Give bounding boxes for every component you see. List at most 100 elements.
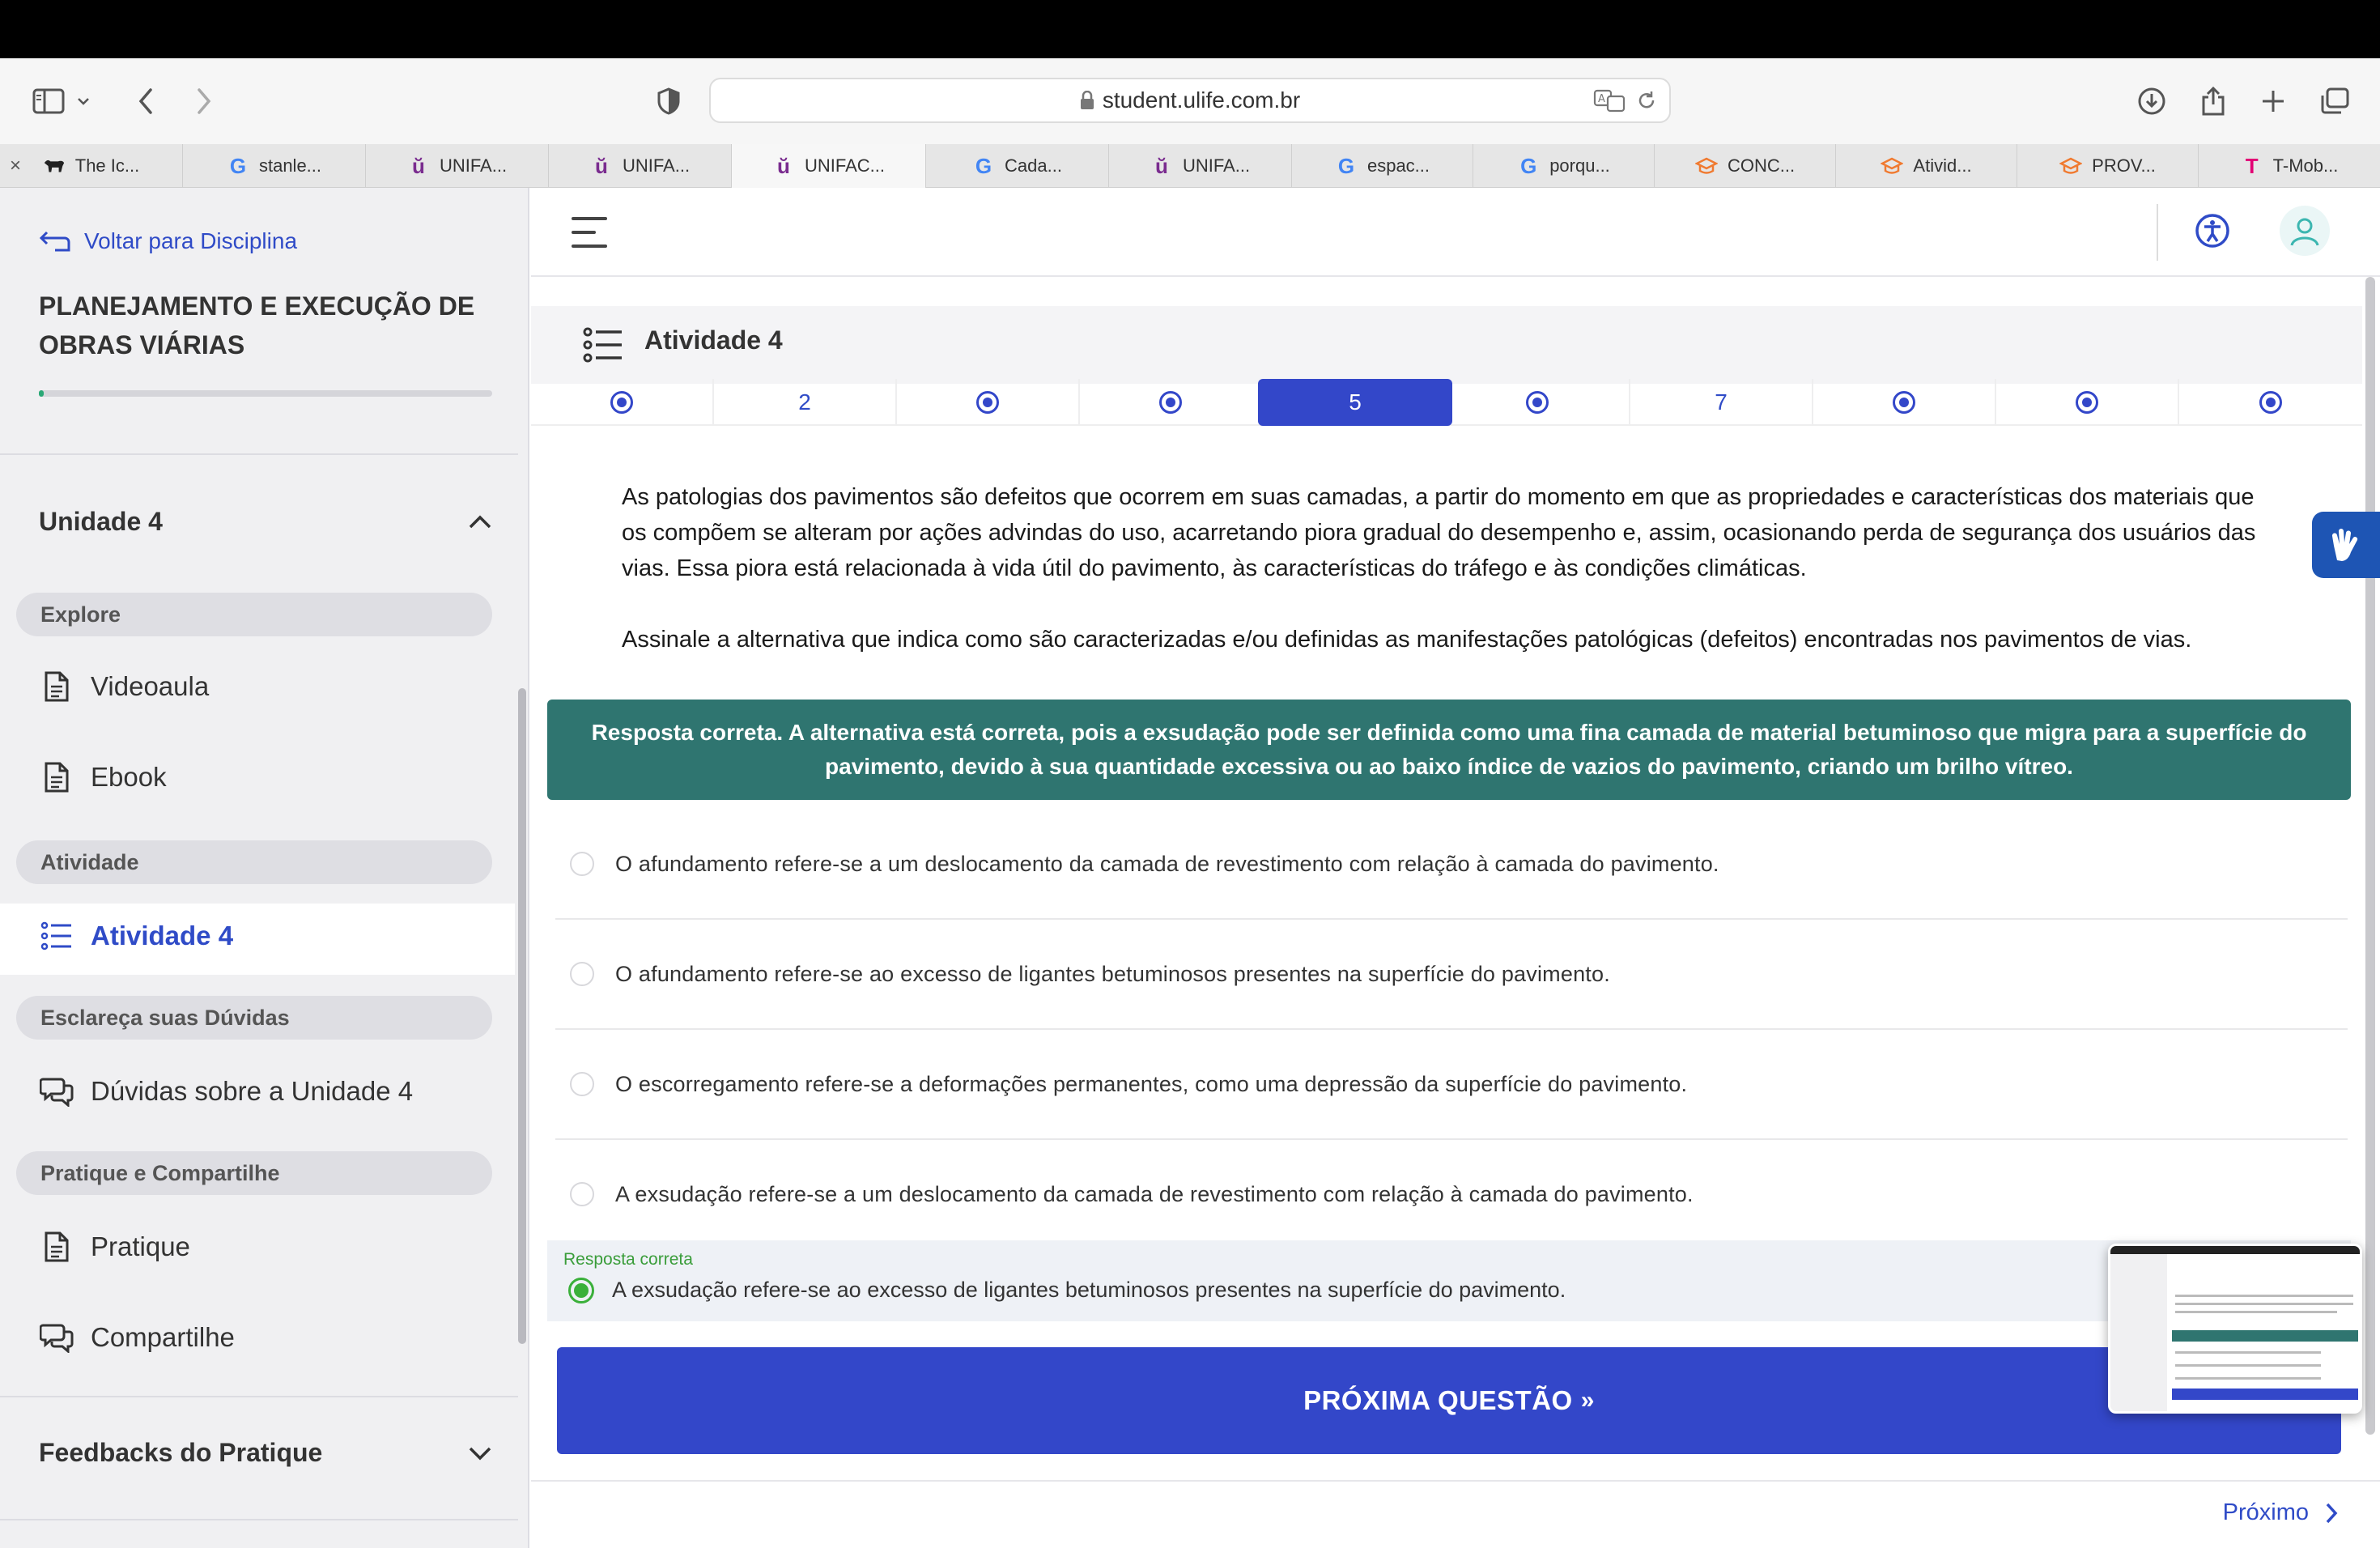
browser-tab-active[interactable]: ŭ UNIFAC... — [732, 144, 926, 188]
radio-button[interactable] — [570, 852, 594, 876]
tab-label: espac... — [1366, 155, 1430, 176]
feedbacks-accordion-header[interactable]: Feedbacks do Pratique — [39, 1438, 492, 1468]
accessibility-icon[interactable] — [2194, 212, 2231, 253]
browser-tab[interactable]: ŭ UNIFA... — [1109, 144, 1292, 188]
activity-header: Atividade 4 — [531, 306, 2362, 384]
sidebar-item-videoaula[interactable]: Videoaula — [39, 669, 209, 704]
divider — [0, 1519, 518, 1520]
radio-button[interactable] — [570, 962, 594, 986]
reload-icon[interactable] — [1637, 90, 1656, 111]
selected-radio-icon[interactable] — [568, 1278, 594, 1303]
question-nav-2[interactable]: 2 — [714, 379, 897, 426]
answered-dot-icon — [2076, 391, 2098, 414]
browser-tab[interactable]: G Cada... — [926, 144, 1109, 188]
graduation-cap-icon — [1881, 155, 1904, 177]
screenshot-thumbnail[interactable] — [2108, 1244, 2362, 1414]
tab-label: Ativid... — [1913, 155, 1972, 176]
answered-dot-icon — [610, 391, 633, 414]
radio-button[interactable] — [570, 1182, 594, 1206]
translate-icon[interactable]: A — [1593, 88, 1626, 113]
tab-label: porqu... — [1549, 155, 1610, 176]
radio-button[interactable] — [570, 1072, 594, 1096]
course-sidebar: Voltar para Disciplina PLANEJAMENTO E EX… — [0, 188, 529, 1548]
lock-icon — [1080, 91, 1094, 109]
section-header-atividade: Atividade — [16, 840, 492, 884]
browser-tab[interactable]: ŭ UNIFA... — [366, 144, 549, 188]
divider — [2157, 204, 2158, 261]
sidebar-item-atividade-4[interactable]: Atividade 4 — [39, 918, 233, 954]
new-tab-icon[interactable] — [2257, 58, 2289, 144]
question-nav-10[interactable] — [2179, 379, 2362, 426]
unit-accordion-header[interactable]: Unidade 4 — [39, 507, 492, 537]
google-icon: G — [1337, 153, 1355, 178]
chat-bubbles-icon — [39, 1074, 74, 1109]
thumbnail-part — [2175, 1364, 2321, 1367]
thumbnail-part — [2110, 1254, 2167, 1411]
google-icon: G — [229, 153, 247, 178]
privacy-shield-icon[interactable] — [652, 58, 685, 144]
main-header — [531, 188, 2380, 277]
close-tab-icon[interactable]: × — [10, 155, 21, 177]
question-nav-5-current[interactable]: 5 — [1258, 379, 1452, 426]
sidebar-item-compartilhe[interactable]: Compartilhe — [39, 1320, 235, 1355]
question-paragraph: As patologias dos pavimentos são defeito… — [622, 484, 2256, 581]
user-avatar-icon[interactable] — [2280, 206, 2330, 256]
browser-tab[interactable]: G stanle... — [183, 144, 366, 188]
browser-tab[interactable]: G espac... — [1292, 144, 1473, 188]
browser-tab[interactable]: Ativid... — [1836, 144, 2017, 188]
main-scrollbar[interactable] — [2365, 277, 2375, 1435]
answer-option[interactable]: O afundamento refere-se ao excesso de li… — [555, 920, 2348, 1030]
back-icon[interactable] — [130, 58, 162, 144]
question-nav-6[interactable] — [1446, 379, 1630, 426]
bottom-navigation: Próximo — [531, 1480, 2380, 1548]
google-icon: G — [1520, 153, 1537, 178]
download-icon[interactable] — [2134, 58, 2170, 144]
browser-tab[interactable]: CONC... — [1655, 144, 1836, 188]
answer-option[interactable]: O escorregamento refere-se a deformações… — [555, 1030, 2348, 1140]
question-statement: As patologias dos pavimentos são defeito… — [622, 479, 2276, 657]
next-question-button[interactable]: PRÓXIMA QUESTÃO » — [557, 1347, 2341, 1454]
tab-overview-icon[interactable] — [2317, 58, 2352, 144]
sidebar-scrollbar[interactable] — [518, 688, 526, 1344]
browser-tab[interactable]: G porqu... — [1473, 144, 1655, 188]
forward-icon[interactable] — [188, 58, 220, 144]
next-question-label: PRÓXIMA QUESTÃO — [1303, 1385, 1573, 1415]
question-nav-8[interactable] — [1813, 379, 1996, 426]
question-nav-9[interactable] — [1996, 379, 2179, 426]
question-nav-3[interactable] — [897, 379, 1080, 426]
address-bar[interactable]: student.ulife.com.br A — [709, 78, 1671, 123]
next-page-link[interactable]: Próximo — [2223, 1499, 2340, 1526]
question-nav-4[interactable] — [1080, 379, 1263, 426]
question-nav-1[interactable] — [531, 379, 714, 426]
google-icon: G — [975, 153, 992, 178]
question-nav-7[interactable]: 7 — [1630, 379, 1813, 426]
sidebar-item-duvidas[interactable]: Dúvidas sobre a Unidade 4 — [39, 1074, 413, 1109]
sidebar-item-label: Videoaula — [91, 671, 210, 701]
bull-favicon-icon — [43, 155, 66, 177]
hamburger-menu-icon[interactable] — [572, 217, 607, 248]
chevron-right-icon — [2326, 1503, 2338, 1523]
sidebar-toggle-icon[interactable] — [29, 58, 94, 144]
browser-tab[interactable]: ŭ UNIFA... — [549, 144, 732, 188]
correct-answer-option[interactable]: Resposta correta A exsudação refere-se a… — [547, 1240, 2351, 1321]
browser-tab[interactable]: T T-Mob... — [2199, 144, 2380, 188]
answer-option[interactable]: O afundamento refere-se a um deslocament… — [555, 810, 2348, 920]
thumbnail-part — [2175, 1311, 2337, 1313]
sidebar-item-pratique[interactable]: Pratique — [39, 1229, 190, 1265]
answer-option-text: A exsudação refere-se ao excesso de liga… — [612, 1278, 1566, 1302]
answered-dot-icon — [1526, 391, 1549, 414]
sidebar-item-label: Pratique — [91, 1231, 190, 1261]
ulife-icon: ŭ — [777, 153, 790, 178]
answer-option[interactable]: A exsudação refere-se a um deslocamento … — [555, 1140, 2348, 1250]
back-to-course-link[interactable]: Voltar para Disciplina — [39, 228, 297, 254]
browser-tab[interactable]: PROV... — [2017, 144, 2199, 188]
share-icon[interactable] — [2197, 58, 2229, 144]
sidebar-item-ebook[interactable]: Ebook — [39, 759, 167, 795]
tab-label: CONC... — [1727, 155, 1796, 176]
sign-language-icon[interactable] — [2312, 512, 2380, 578]
activity-title: Atividade 4 — [644, 325, 783, 355]
ulife-icon: ŭ — [411, 153, 425, 178]
browser-tab[interactable]: × The Ic... — [0, 144, 183, 188]
ulife-icon: ŭ — [594, 153, 608, 178]
thumbnail-part — [2175, 1351, 2321, 1354]
